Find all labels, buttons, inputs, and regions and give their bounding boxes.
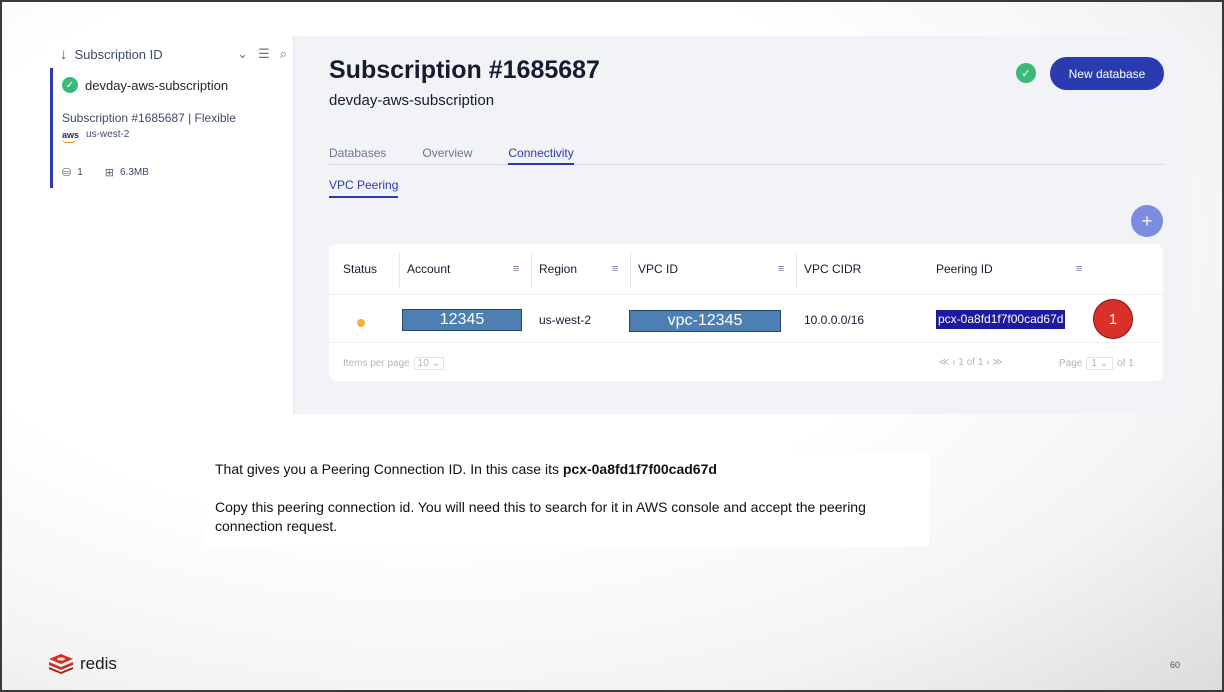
column-header-status: Status: [343, 262, 378, 276]
items-per-page-select[interactable]: 10 ⌄: [413, 357, 445, 370]
subscription-card[interactable]: ✓ devday-aws-subscription Subscription #…: [50, 68, 293, 188]
tab-databases[interactable]: Databases: [329, 146, 386, 165]
instruction-caption: That gives you a Peering Connection ID. …: [203, 451, 929, 547]
column-divider: [531, 252, 532, 288]
items-per-page: Items per page 10 ⌄: [343, 357, 445, 370]
items-per-page-label: Items per page: [343, 358, 410, 369]
subscription-name: devday-aws-subscription: [85, 77, 229, 93]
redis-brand: redis: [48, 654, 117, 674]
column-header-account: Account: [407, 262, 451, 276]
console-screenshot: ↓ Subscription ID ⌄ ☰ ⌕ ✓ devday-aws-sub…: [50, 36, 1191, 414]
subscription-sidebar: ↓ Subscription ID ⌄ ☰ ⌕ ✓ devday-aws-sub…: [50, 36, 294, 414]
memory-icon: ⊞: [104, 167, 114, 179]
column-header-vpc-id: VPC ID: [638, 262, 679, 276]
subscription-region: aws us-west-2: [62, 129, 130, 143]
items-per-page-value: 10: [417, 358, 429, 369]
vpc-id-cell: vpc-12345: [629, 310, 781, 332]
add-peering-button[interactable]: +: [1131, 205, 1163, 237]
filter-icon[interactable]: ≡: [778, 263, 784, 275]
step-marker: 1: [1093, 299, 1133, 339]
page-title: Subscription #1685687: [329, 56, 600, 84]
caption-prefix: That gives you a Peering Connection ID. …: [215, 461, 563, 477]
column-header-vpc-cidr: VPC CIDR: [804, 262, 862, 276]
new-database-button[interactable]: New database: [1050, 57, 1164, 90]
caption-line-2: Copy this peering connection id. You wil…: [215, 499, 866, 534]
page-value: 1: [1091, 358, 1097, 369]
column-header-peering-id: Peering ID: [936, 262, 993, 276]
page-of: of 1: [1117, 358, 1134, 369]
page-select[interactable]: 1 ⌄: [1086, 357, 1114, 370]
sort-arrow-icon[interactable]: ↓: [60, 46, 68, 63]
search-icon[interactable]: ⌕: [280, 46, 287, 62]
filter-icon[interactable]: ≡: [612, 263, 618, 275]
status-check-icon: ✓: [1016, 63, 1036, 83]
sort-field-label[interactable]: Subscription ID: [75, 47, 228, 62]
caption-peering-id: pcx-0a8fd1f7f00cad67d: [562, 461, 717, 477]
peering-id-cell[interactable]: pcx-0a8fd1f7f00cad67d: [936, 310, 1066, 329]
subtab-vpc-peering[interactable]: VPC Peering: [329, 178, 399, 198]
subscription-stats: ⛁ 1 ⊞ 6.3MB: [62, 166, 171, 179]
column-divider: [796, 252, 797, 288]
header-divider: [329, 294, 1163, 295]
slide-page-number: 60: [1170, 660, 1181, 670]
page-selector: Page 1 ⌄ of 1: [1059, 357, 1134, 370]
filter-icon[interactable]: ≡: [513, 263, 519, 275]
page-label: Page: [1059, 358, 1083, 369]
caption-line-1: That gives you a Peering Connection ID. …: [215, 460, 917, 479]
subscription-meta: Subscription #1685687 | Flexible: [62, 111, 236, 125]
subscription-main-panel: Subscription #1685687 devday-aws-subscri…: [294, 36, 1191, 414]
pagination[interactable]: ≪ ‹ 1 of 1 › ≫: [939, 357, 1003, 368]
column-divider: [399, 252, 400, 288]
vpc-cidr-cell: 10.0.0.0/16: [804, 313, 865, 327]
tab-overview[interactable]: Overview: [422, 146, 472, 165]
tab-bar: Databases Overview Connectivity: [329, 146, 1163, 165]
region-cell: us-west-2: [539, 313, 592, 327]
brand-name: redis: [80, 654, 117, 673]
memory-usage: 6.3MB: [120, 167, 149, 178]
check-icon: ✓: [62, 77, 78, 93]
page-subtitle: devday-aws-subscription: [329, 92, 495, 109]
plus-icon: +: [1141, 210, 1153, 231]
aws-logo-icon: aws: [62, 130, 80, 143]
footer-divider: [329, 342, 1163, 343]
column-header-region: Region: [539, 262, 578, 276]
status-pending-dot: [357, 319, 365, 327]
account-cell: 12345: [402, 309, 522, 331]
database-count: 1: [77, 167, 83, 178]
chevron-down-icon[interactable]: ⌄: [237, 46, 248, 62]
filter-icon[interactable]: ☰: [258, 46, 270, 62]
subscription-name-row: ✓ devday-aws-subscription: [62, 77, 228, 93]
peering-table: Status Account ≡ Region ≡ VPC ID ≡ VPC C…: [329, 244, 1163, 381]
tab-connectivity[interactable]: Connectivity: [508, 146, 574, 165]
slide: ↓ Subscription ID ⌄ ☰ ⌕ ✓ devday-aws-sub…: [0, 0, 1224, 692]
sort-bar: ↓ Subscription ID ⌄ ☰ ⌕: [60, 44, 287, 64]
database-icon: ⛁: [62, 167, 72, 179]
filter-icon[interactable]: ≡: [1076, 263, 1082, 275]
region-label: us-west-2: [86, 129, 130, 140]
redis-logo-icon: [49, 654, 73, 674]
column-divider: [630, 252, 631, 288]
